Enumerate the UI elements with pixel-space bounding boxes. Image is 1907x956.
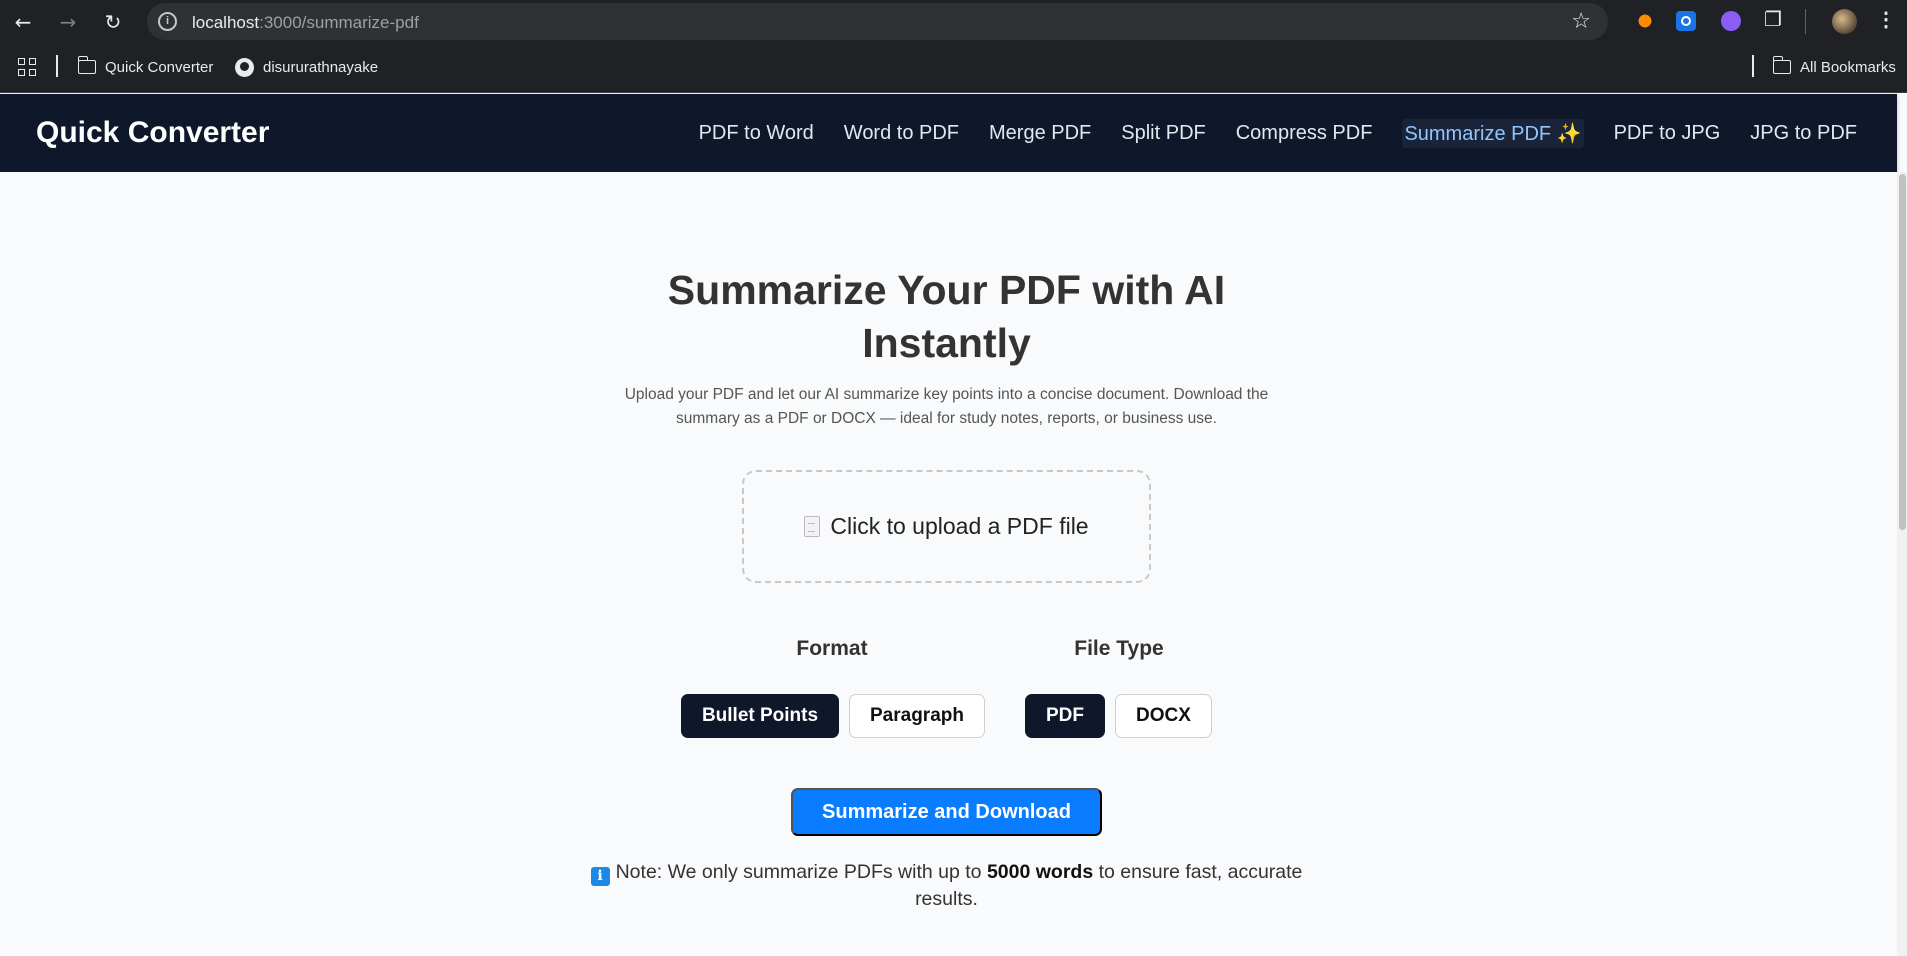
document-icon [804,516,821,537]
browser-toolbar: ← → ↻ i localhost:3000/summarize-pdf ☆ ❐… [0,0,1907,43]
site-info-icon[interactable]: i [158,12,177,31]
browser-menu-icon[interactable]: ⋮ [1876,7,1896,32]
extension-blue-icon[interactable] [1676,11,1696,31]
nav-links: PDF to Word Word to PDF Merge PDF Split … [699,94,1857,172]
app-navbar: Quick Converter PDF to Word Word to PDF … [0,94,1897,172]
pdf-upload-dropzone[interactable]: Click to upload a PDF file [742,470,1151,583]
apps-grid-icon[interactable] [18,58,36,76]
scrollbar-thumb[interactable] [1899,174,1906,530]
nav-link-word-to-pdf[interactable]: Word to PDF [844,122,959,145]
nav-link-split-pdf[interactable]: Split PDF [1121,122,1205,145]
format-option-paragraph[interactable]: Paragraph [849,694,985,738]
format-label: Format [796,637,868,660]
bookmarks-divider [1752,55,1754,77]
all-bookmarks-label: All Bookmarks [1800,58,1896,76]
file-type-label: File Type [1074,637,1164,660]
file-type-option-pdf[interactable]: PDF [1025,694,1105,738]
note-prefix: Note: We only summarize PDFs with up to [615,861,982,883]
toolbar-divider [1805,9,1806,34]
folder-icon [1772,56,1791,74]
profile-avatar[interactable] [1832,9,1857,34]
note-emphasis: 5000 words [986,861,1094,883]
format-option-bullet-points[interactable]: Bullet Points [681,694,839,738]
brand-logo[interactable]: Quick Converter [36,116,269,150]
address-url[interactable]: localhost:3000/summarize-pdf [192,13,419,33]
github-icon [235,57,254,77]
nav-link-compress-pdf[interactable]: Compress PDF [1236,122,1373,145]
bookmark-label: Quick Converter [105,58,214,76]
info-icon: i [590,867,610,886]
extensions-puzzle-icon[interactable]: ❐ [1764,7,1784,31]
file-type-option-docx[interactable]: DOCX [1115,694,1212,738]
nav-link-pdf-to-word[interactable]: PDF to Word [699,122,814,145]
all-bookmarks[interactable]: All Bookmarks [1772,56,1896,78]
bookmark-label: disururathnayake [263,58,379,76]
nav-link-merge-pdf[interactable]: Merge PDF [989,122,1091,145]
bookmarks-divider [56,55,58,77]
nav-link-summarize-pdf[interactable]: Summarize PDF ✨ [1402,118,1584,148]
extension-orange-icon[interactable] [1633,11,1653,31]
page-description: Upload your PDF and let our AI summarize… [624,386,1269,427]
address-bar[interactable]: i localhost:3000/summarize-pdf ☆ [147,3,1608,40]
extension-purple-icon[interactable] [1721,11,1741,31]
bookmark-star-icon[interactable]: ☆ [1571,9,1591,34]
upload-label: Click to upload a PDF file [830,513,1089,539]
bookmark-quick-converter[interactable]: Quick Converter [77,56,214,78]
forward-arrow-icon[interactable]: → [55,9,81,35]
reload-icon[interactable]: ↻ [100,9,126,35]
folder-icon [77,56,96,74]
word-limit-note: i Note: We only summarize PDFs with up to… [570,859,1323,913]
nav-link-jpg-to-pdf[interactable]: JPG to PDF [1750,122,1857,145]
summarize-download-button[interactable]: Summarize and Download [791,788,1102,836]
back-arrow-icon[interactable]: ← [10,9,36,35]
page-title: Summarize Your PDF with AI Instantly [667,267,1226,366]
nav-link-pdf-to-jpg[interactable]: PDF to JPG [1614,122,1721,145]
bookmark-github[interactable]: disururathnayake [235,56,378,78]
